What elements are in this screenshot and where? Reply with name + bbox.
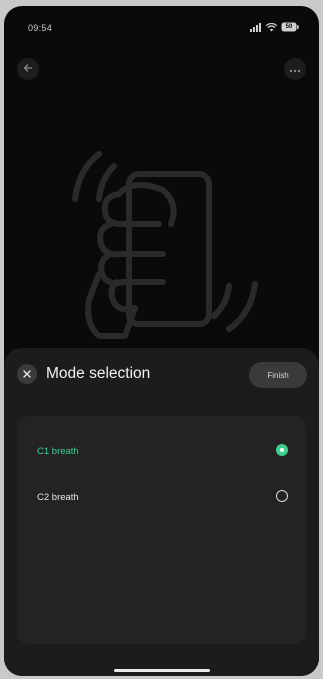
more-button[interactable] xyxy=(284,58,306,80)
close-button[interactable] xyxy=(17,364,37,384)
option-label: C1 breath xyxy=(37,446,79,457)
options-list: C1 breath C2 breath xyxy=(17,416,306,644)
option-c2-breath[interactable]: C2 breath xyxy=(17,478,306,518)
arrow-left-icon xyxy=(23,60,33,78)
more-dots-icon xyxy=(289,60,301,78)
back-button[interactable] xyxy=(17,58,39,80)
phone-screen: 09:54 50 Mode selection Finish C1 breath… xyxy=(4,6,319,676)
wifi-icon xyxy=(266,22,277,32)
status-time: 09:54 xyxy=(28,23,53,33)
finish-button[interactable]: Finish xyxy=(249,362,307,388)
battery-icon: 50 xyxy=(281,22,299,32)
status-bar: 09:54 50 xyxy=(4,6,319,46)
option-c1-breath[interactable]: C1 breath xyxy=(17,432,306,472)
hand-shake-phone-icon xyxy=(59,124,269,354)
option-label: C2 breath xyxy=(37,492,79,503)
home-indicator[interactable] xyxy=(113,669,210,672)
signal-icon xyxy=(250,22,262,32)
sheet-header: Mode selection Finish xyxy=(4,348,319,400)
sheet-title: Mode selection xyxy=(46,365,151,382)
mode-selection-sheet: Mode selection Finish C1 breath C2 breat… xyxy=(4,348,319,676)
top-nav xyxy=(4,58,319,82)
status-icons: 50 xyxy=(250,22,299,32)
battery-level: 50 xyxy=(285,24,293,30)
radio-unselected-icon[interactable] xyxy=(276,490,288,502)
radio-selected-icon[interactable] xyxy=(276,444,288,456)
close-icon xyxy=(23,365,31,383)
